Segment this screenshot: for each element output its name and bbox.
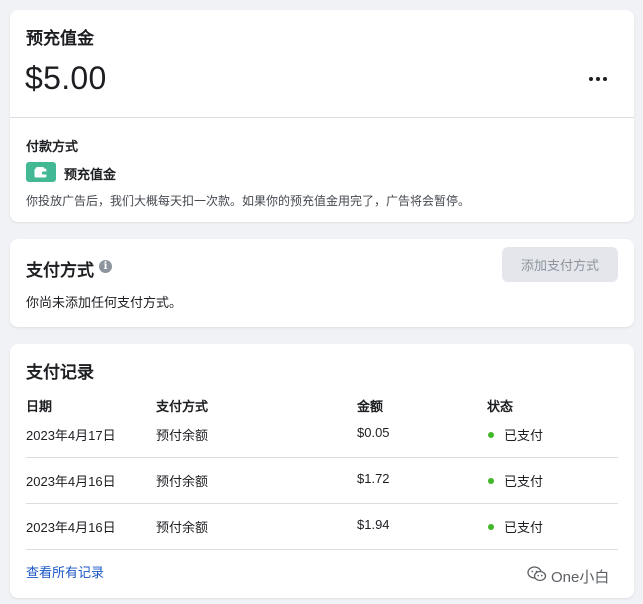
table-row: 2023年4月17日 预付余额 $0.05 已支付: [26, 412, 618, 458]
more-options-button[interactable]: [582, 66, 614, 92]
more-icon-dot: [596, 77, 600, 81]
prepaid-description: 你投放广告后，我们大概每天扣一次款。如果你的预充值金用完了，广告将会暂停。: [26, 194, 471, 208]
status-dot-icon: [488, 524, 494, 530]
divider: [10, 117, 634, 118]
wallet-icon: [26, 162, 56, 182]
payment-methods-card: 支付方式 i 添加支付方式 你尚未添加任何支付方式。: [10, 239, 634, 327]
info-icon[interactable]: i: [99, 260, 112, 273]
row-divider: [26, 549, 618, 550]
row-amount: $0.05: [357, 425, 390, 440]
row-date: 2023年4月16日: [26, 474, 116, 489]
row-status: 已支付: [504, 428, 544, 443]
more-icon-dot: [603, 77, 607, 81]
row-date: 2023年4月16日: [26, 520, 116, 535]
row-method: 预付余额: [156, 428, 209, 443]
row-method: 预付余额: [156, 520, 209, 535]
row-status: 已支付: [504, 474, 544, 489]
watermark-text: One小白: [551, 568, 610, 586]
watermark: One小白: [527, 565, 609, 587]
row-status: 已支付: [504, 520, 544, 535]
add-payment-method-button[interactable]: 添加支付方式: [502, 247, 618, 282]
view-all-records-link[interactable]: 查看所有记录: [26, 562, 104, 581]
status-dot-icon: [488, 478, 494, 484]
payment-method-label: 付款方式: [26, 139, 79, 154]
table-row: 2023年4月16日 预付余额 $1.94 已支付: [26, 504, 618, 550]
payment-method-name: 预充值金: [64, 167, 117, 182]
wechat-icon: [527, 566, 547, 586]
row-amount: $1.72: [357, 471, 390, 486]
row-method: 预付余额: [156, 474, 209, 489]
payment-history-title: 支付记录: [26, 363, 94, 382]
row-amount: $1.94: [357, 517, 390, 532]
prepaid-funds-card: 预充值金 $5.00 付款方式 预充值金 你投放广告后，我们大概每天扣一次款。如…: [10, 10, 634, 222]
prepaid-amount: $5.00: [25, 60, 107, 96]
row-date: 2023年4月17日: [26, 428, 116, 443]
payment-history-card: 支付记录 日期 支付方式 金额 状态 2023年4月17日 预付余额 $0.05…: [10, 344, 634, 598]
status-dot-icon: [488, 432, 494, 438]
table-row: 2023年4月16日 预付余额 $1.72 已支付: [26, 458, 618, 504]
payment-methods-title: 支付方式: [26, 261, 94, 280]
more-icon: [589, 77, 593, 81]
prepaid-title: 预充值金: [26, 29, 94, 48]
no-payment-methods-text: 你尚未添加任何支付方式。: [26, 295, 183, 310]
